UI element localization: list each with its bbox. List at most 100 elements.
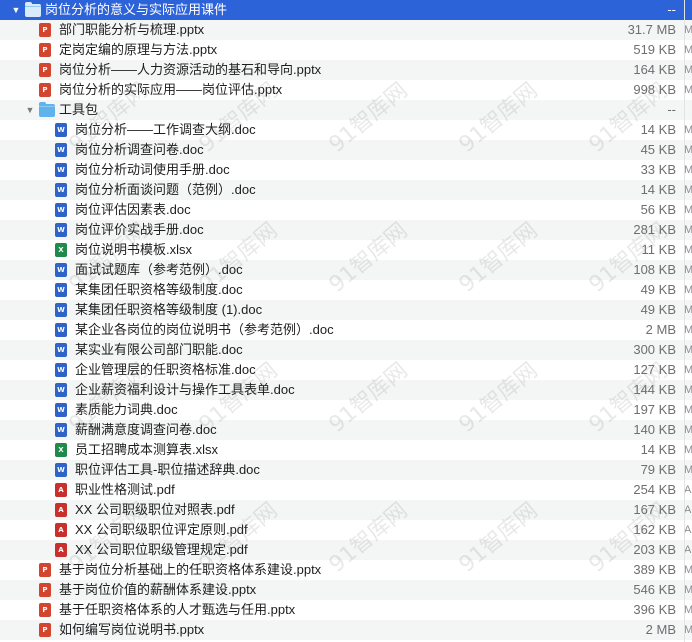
file-size: 998 KB: [633, 82, 676, 97]
kind-column-cell: A: [684, 544, 692, 556]
kind-column-cell: [684, 0, 692, 20]
file-row[interactable]: W 职位评估工具-职位描述辞典.doc 79 KB M: [0, 460, 692, 480]
file-size: 167 KB: [633, 502, 676, 517]
pptx-file-icon: P: [39, 603, 51, 617]
file-name: 员工招聘成本测算表.xlsx: [75, 442, 219, 457]
folder-row[interactable]: ▼ 岗位分析的意义与实际应用课件 --: [0, 0, 692, 20]
file-size: 300 KB: [633, 342, 676, 357]
pptx-file-icon: P: [39, 623, 51, 637]
file-row[interactable]: P 定岗定编的原理与方法.pptx 519 KB M: [0, 40, 692, 60]
disclosure-chevron-icon[interactable]: ▼: [10, 0, 22, 20]
file-row[interactable]: W 某集团任职资格等级制度.doc 49 KB M: [0, 280, 692, 300]
file-row[interactable]: X 员工招聘成本测算表.xlsx 14 KB M: [0, 440, 692, 460]
file-row[interactable]: W 某集团任职资格等级制度 (1).doc 49 KB M: [0, 300, 692, 320]
file-name: 岗位分析——工作调查大纲.doc: [75, 122, 256, 137]
file-name: 工具包: [59, 102, 99, 117]
file-name: 岗位分析——人力资源活动的基石和导向.pptx: [59, 62, 322, 77]
file-size: 144 KB: [633, 382, 676, 397]
file-row[interactable]: A XX 公司职位职级管理规定.pdf 203 KB A: [0, 540, 692, 560]
file-size: 108 KB: [633, 262, 676, 277]
file-row[interactable]: W 岗位分析——工作调查大纲.doc 14 KB M: [0, 120, 692, 140]
doc-file-icon: W: [55, 403, 67, 417]
kind-column-cell: M: [684, 264, 692, 276]
kind-column-cell: M: [684, 224, 692, 236]
file-size: 519 KB: [633, 42, 676, 57]
file-row[interactable]: X 岗位说明书模板.xlsx 11 KB M: [0, 240, 692, 260]
doc-file-icon: W: [55, 423, 67, 437]
file-row[interactable]: P 部门职能分析与梳理.pptx 31.7 MB M: [0, 20, 692, 40]
pdf-file-icon: A: [55, 523, 67, 537]
pptx-file-icon: P: [39, 583, 51, 597]
file-row[interactable]: P 岗位分析——人力资源活动的基石和导向.pptx 164 KB M: [0, 60, 692, 80]
file-row[interactable]: W 企业管理层的任职资格标准.doc 127 KB M: [0, 360, 692, 380]
kind-column-cell: M: [684, 344, 692, 356]
kind-column-cell: M: [684, 84, 692, 96]
kind-column-cell: M: [684, 404, 692, 416]
file-name: 岗位说明书模板.xlsx: [75, 242, 193, 257]
kind-column-cell: M: [684, 204, 692, 216]
file-size: 33 KB: [640, 162, 676, 177]
file-name: XX 公司职位职级管理规定.pdf: [75, 542, 248, 557]
file-size: 162 KB: [633, 522, 676, 537]
file-size: 203 KB: [633, 542, 676, 557]
file-row[interactable]: W 岗位分析动词使用手册.doc 33 KB M: [0, 160, 692, 180]
file-name: 部门职能分析与梳理.pptx: [59, 22, 205, 37]
kind-column-cell: M: [684, 284, 692, 296]
kind-column-cell: A: [684, 504, 692, 516]
file-name: 岗位分析的实际应用——岗位评估.pptx: [59, 82, 283, 97]
file-size: 164 KB: [633, 62, 676, 77]
file-size: 56 KB: [640, 202, 676, 217]
file-name: 岗位分析面谈问题（范例）.doc: [75, 182, 256, 197]
file-name: XX 公司职级职位评定原则.pdf: [75, 522, 248, 537]
file-row[interactable]: P 基于岗位分析基础上的任职资格体系建设.pptx 389 KB M: [0, 560, 692, 580]
file-size: 45 KB: [640, 142, 676, 157]
folder-row[interactable]: ▼ 工具包 --: [0, 100, 692, 120]
pptx-file-icon: P: [39, 43, 51, 57]
doc-file-icon: W: [55, 163, 67, 177]
file-row[interactable]: A 职业性格测试.pdf 254 KB A: [0, 480, 692, 500]
doc-file-icon: W: [55, 283, 67, 297]
file-name: 岗位分析调查问卷.doc: [75, 142, 204, 157]
file-row[interactable]: P 岗位分析的实际应用——岗位评估.pptx 998 KB M: [0, 80, 692, 100]
disclosure-chevron-icon[interactable]: ▼: [24, 100, 36, 120]
doc-file-icon: W: [55, 223, 67, 237]
file-size: 140 KB: [633, 422, 676, 437]
file-row[interactable]: W 岗位评估因素表.doc 56 KB M: [0, 200, 692, 220]
file-row[interactable]: W 某实业有限公司部门职能.doc 300 KB M: [0, 340, 692, 360]
file-row[interactable]: A XX 公司职级职位评定原则.pdf 162 KB A: [0, 520, 692, 540]
file-size: 49 KB: [640, 282, 676, 297]
file-row[interactable]: P 基于岗位价值的薪酬体系建设.pptx 546 KB M: [0, 580, 692, 600]
file-row[interactable]: W 薪酬满意度调查问卷.doc 140 KB M: [0, 420, 692, 440]
file-row[interactable]: W 岗位分析调查问卷.doc 45 KB M: [0, 140, 692, 160]
pptx-file-icon: P: [39, 563, 51, 577]
file-size: 281 KB: [633, 222, 676, 237]
file-name: 岗位分析的意义与实际应用课件: [45, 2, 228, 17]
kind-column-cell: M: [684, 124, 692, 136]
pdf-file-icon: A: [55, 503, 67, 517]
doc-file-icon: W: [55, 143, 67, 157]
doc-file-icon: W: [55, 323, 67, 337]
kind-column-cell: M: [684, 364, 692, 376]
file-row[interactable]: W 企业薪资福利设计与操作工具表单.doc 144 KB M: [0, 380, 692, 400]
file-row[interactable]: W 岗位分析面谈问题（范例）.doc 14 KB M: [0, 180, 692, 200]
column-divider: [684, 0, 685, 642]
file-size: 197 KB: [633, 402, 676, 417]
file-row[interactable]: W 面试试题库（参考范例）.doc 108 KB M: [0, 260, 692, 280]
doc-file-icon: W: [55, 343, 67, 357]
file-size: 14 KB: [640, 182, 676, 197]
kind-column-cell: M: [684, 384, 692, 396]
file-row[interactable]: P 如何编写岗位说明书.pptx 2 MB M: [0, 620, 692, 640]
file-row[interactable]: W 某企业各岗位的岗位说明书（参考范例）.doc 2 MB M: [0, 320, 692, 340]
file-size: 389 KB: [633, 562, 676, 577]
file-row[interactable]: W 岗位评价实战手册.doc 281 KB M: [0, 220, 692, 240]
xlsx-file-icon: X: [55, 243, 67, 257]
file-name: 企业管理层的任职资格标准.doc: [75, 362, 256, 377]
file-row[interactable]: P 基于任职资格体系的人才甄选与任用.pptx 396 KB M: [0, 600, 692, 620]
file-size: 254 KB: [633, 482, 676, 497]
file-name: 面试试题库（参考范例）.doc: [75, 262, 243, 277]
file-row[interactable]: A XX 公司职级职位对照表.pdf 167 KB A: [0, 500, 692, 520]
file-row[interactable]: W 素质能力词典.doc 197 KB M: [0, 400, 692, 420]
kind-column-cell: M: [684, 584, 692, 596]
file-name: 薪酬满意度调查问卷.doc: [75, 422, 217, 437]
file-size: 79 KB: [640, 462, 676, 477]
